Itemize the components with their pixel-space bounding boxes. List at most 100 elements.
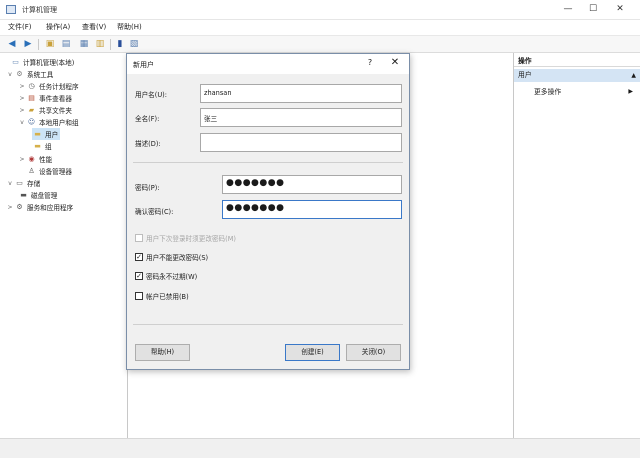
users-groups-icon: ☺ [27,118,36,126]
menu-bar: 文件(F) 操作(A) 查看(V) 帮助(H) [0,20,640,34]
folder-icon: ▬ [34,130,41,138]
tree-item-label: 共享文件夹 [39,107,72,115]
computer-icon: ▭ [12,58,19,66]
cannot-change-password-checkbox[interactable]: ✓ [135,252,143,261]
submenu-arrow-icon: ▶ [628,88,633,95]
storage-icon: ▭ [16,179,23,187]
help-book-icon[interactable]: ▮ [114,39,126,50]
tree-twisty[interactable]: v [6,180,14,187]
tree-twisty[interactable]: v [18,119,26,126]
checkbox-label: 帐户已禁用(B) [146,292,189,301]
dialog-close-icon[interactable]: ✕ [389,57,401,68]
create-button[interactable]: 创建(E) [285,344,340,361]
tree-item-label: 计算机管理(本地) [23,59,75,67]
more-actions-label: 更多操作 [534,88,562,96]
toolbar-divider [38,39,39,50]
minimize-button[interactable]: — [558,3,578,16]
tree-item-label: 存储 [27,180,41,188]
tree-item-local-users-groups[interactable]: v ☺ 本地用户和组 [18,116,79,128]
tree-item-label: 服务和应用程序 [27,204,74,212]
username-label: 用户名(U): [135,91,167,99]
tree-item-shared-folders[interactable]: > ▰ 共享文件夹 [18,104,72,116]
forward-arrow-icon[interactable]: ▶ [22,39,34,50]
must-change-password-option: 用户下次登录时须更改密码(M) [135,232,236,243]
password-never-expires-checkbox[interactable]: ✓ [135,271,143,280]
description-label: 描述(D): [135,140,161,148]
dialog-separator [133,324,403,325]
confirm-password-field[interactable]: ●●●●●●● [222,200,402,219]
tree-item-computer-management[interactable]: ▭ 计算机管理(本地) [2,56,74,68]
checkbox-label: 用户下次登录时须更改密码(M) [146,234,236,243]
menu-help[interactable]: 帮助(H) [117,22,142,32]
tree-twisty[interactable]: > [18,95,26,102]
username-field[interactable]: zhansan [200,84,402,103]
tree-twisty[interactable]: > [18,83,26,90]
performance-icon: ◉ [28,155,35,163]
tree-item-storage[interactable]: v ▭ 存储 [6,177,40,189]
tree-item-users[interactable]: ▬ 用户 [32,128,61,140]
actions-pane: 操作 用户 ▲ 更多操作 ▶ [513,53,640,438]
fullname-label: 全名(F): [135,115,160,123]
account-disabled-option[interactable]: 帐户已禁用(B) [135,290,189,301]
toolbar: ◀ ▶ ▣ ▤ ▦ ▥ ▮ ▧ [0,35,640,53]
tree-item-groups[interactable]: ▬ 组 [32,140,52,152]
dialog-separator [133,162,403,163]
close-button[interactable]: 关闭(O) [346,344,401,361]
fullname-field[interactable]: 张三 [200,108,402,127]
confirm-password-label: 确认密码(C): [135,208,174,216]
tree-item-label: 用户 [45,131,59,139]
services-icon: ⚙ [16,203,23,211]
tools-icon: ⚙ [16,70,23,78]
actions-header: 操作 [514,55,640,67]
tree-twisty[interactable]: v [6,71,14,78]
properties-icon[interactable]: ▦ [78,39,90,50]
actions-section-label: 用户 [518,71,532,79]
cannot-change-password-option[interactable]: ✓ 用户不能更改密码(S) [135,251,208,262]
window-title: 计算机管理 [22,6,57,14]
help-button[interactable]: 帮助(H) [135,344,190,361]
tree-item-disk-management[interactable]: ▬ 磁盘管理 [18,189,57,201]
show-tree-icon[interactable]: ▤ [60,39,72,50]
collapse-triangle-icon[interactable]: ▲ [631,69,636,82]
event-viewer-icon: ▤ [28,94,35,102]
tree-item-device-manager[interactable]: ♙ 设备管理器 [26,165,72,177]
dialog-help-button[interactable]: ? [365,58,375,67]
show-action-pane-icon[interactable]: ▧ [128,39,140,50]
dialog-title: 新用户 [133,61,154,69]
password-label: 密码(P): [135,184,160,192]
description-field[interactable] [200,133,402,152]
password-field[interactable]: ●●●●●●● [222,175,402,194]
tree-item-label: 性能 [39,156,53,164]
tree-item-label: 本地用户和组 [39,119,79,127]
computer-management-icon [6,5,16,14]
tree-item-performance[interactable]: > ◉ 性能 [18,153,52,165]
tree-item-services-applications[interactable]: > ⚙ 服务和应用程序 [6,201,73,213]
tree-twisty[interactable]: > [6,204,14,211]
tree-item-label: 任务计划程序 [39,83,79,91]
menu-view[interactable]: 查看(V) [82,22,106,32]
export-list-icon[interactable]: ▥ [94,39,106,50]
password-never-expires-option[interactable]: ✓ 密码永不过期(W) [135,270,197,281]
console-tree: ▭ 计算机管理(本地) v ⚙ 系统工具 > ◷ 任务计划程序 > ▤ 事件查看… [0,53,128,438]
maximize-button[interactable]: ☐ [583,3,603,16]
up-folder-icon[interactable]: ▣ [44,39,56,50]
tree-item-task-scheduler[interactable]: > ◷ 任务计划程序 [18,80,79,92]
disk-icon: ▬ [20,191,27,199]
tree-item-label: 组 [45,143,52,151]
back-arrow-icon[interactable]: ◀ [6,39,18,50]
menu-file[interactable]: 文件(F) [8,22,32,32]
window-titlebar: 计算机管理 — ☐ ✕ [0,0,640,20]
more-actions-item[interactable]: 更多操作 ▶ [514,86,640,98]
clock-icon: ◷ [28,82,35,90]
tree-twisty[interactable]: > [18,156,26,163]
menu-action[interactable]: 操作(A) [46,22,70,32]
actions-section-users[interactable]: 用户 ▲ [514,69,640,82]
tree-item-event-viewer[interactable]: > ▤ 事件查看器 [18,92,71,104]
must-change-password-checkbox [135,233,143,242]
tree-item-system-tools[interactable]: v ⚙ 系统工具 [6,68,53,80]
account-disabled-checkbox[interactable] [135,291,143,300]
tree-item-label: 系统工具 [27,71,54,79]
checkbox-label: 用户不能更改密码(S) [146,253,209,262]
tree-twisty[interactable]: > [18,107,26,114]
close-window-button[interactable]: ✕ [610,3,630,16]
